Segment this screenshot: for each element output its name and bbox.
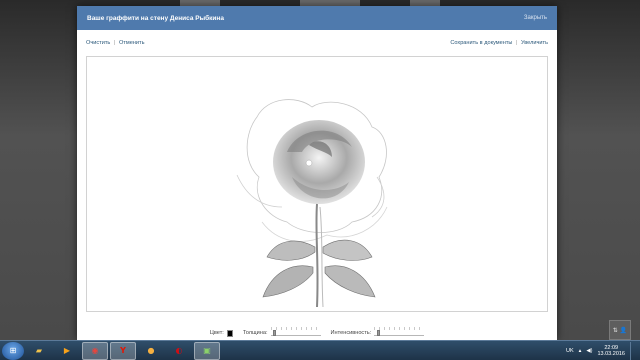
save-to-documents-button[interactable]: Сохранить в документы xyxy=(450,40,512,46)
windows-taskbar: ⊞ ▰ ▶ ◉ Y ● ◐ ▣ UK ▴ ◀) 22:09 13.03.2016 xyxy=(0,340,640,360)
separator: | xyxy=(113,40,116,46)
separator: | xyxy=(516,40,518,46)
date: 13.03.2016 xyxy=(597,350,625,357)
close-button[interactable]: Закрыть xyxy=(524,15,547,21)
color-picker[interactable] xyxy=(226,329,233,337)
toolbar-left: Очистить | Отменить xyxy=(86,40,145,46)
intensity-label: Интенсивность: xyxy=(330,330,372,336)
enlarge-button[interactable]: Увеличить xyxy=(521,40,548,46)
intensity-slider-thumb[interactable] xyxy=(376,330,380,336)
opera-taskbar-icon[interactable]: ◐ xyxy=(166,342,192,360)
rose-drawing xyxy=(236,99,388,308)
folder-icon: ▰ xyxy=(35,346,43,355)
drawing-canvas[interactable] xyxy=(86,56,548,312)
yandex-icon: Y xyxy=(120,346,126,355)
thickness-slider[interactable] xyxy=(270,327,321,336)
thickness-control: Толщина: xyxy=(242,327,321,336)
media-player-taskbar-icon[interactable]: ▶ xyxy=(54,342,80,360)
slider-ticks xyxy=(270,327,321,330)
start-button[interactable]: ⊞ xyxy=(2,341,24,360)
brush-controls: Цвет: Толщина: Интенсивность: xyxy=(77,326,557,340)
picture-icon: ▣ xyxy=(203,346,211,355)
floating-widget[interactable]: ⇅ 👤 xyxy=(609,320,631,340)
windows-logo-icon: ⊞ xyxy=(9,346,17,355)
intensity-control: Интенсивность: xyxy=(330,327,425,336)
clock[interactable]: 22:09 13.03.2016 xyxy=(597,345,625,357)
yandex-taskbar-icon[interactable]: Y xyxy=(110,341,136,360)
modal-title: Ваше граффити на стену Дениса Рыбкина xyxy=(87,14,224,22)
graffiti-taskbar-icon[interactable]: ▣ xyxy=(194,341,220,360)
language-indicator[interactable]: UK xyxy=(566,348,574,354)
show-desktop-button[interactable] xyxy=(630,341,636,360)
intensity-slider[interactable] xyxy=(374,327,425,336)
graffiti-toolbar: Очистить | Отменить Сохранить в документ… xyxy=(77,36,557,50)
chrome-taskbar-icon[interactable]: ◉ xyxy=(82,341,108,360)
user-icon: ⇅ 👤 xyxy=(612,326,628,334)
clear-button[interactable]: Очистить xyxy=(86,40,110,46)
undo-button[interactable]: Отменить xyxy=(119,40,145,46)
system-tray: UK ▴ ◀) 22:09 13.03.2016 xyxy=(566,341,640,360)
color-control: Цвет: xyxy=(209,329,233,337)
explorer-taskbar-icon[interactable]: ▰ xyxy=(26,342,52,360)
thickness-label: Толщина: xyxy=(242,330,268,336)
pidgin-icon: ● xyxy=(147,346,155,355)
graffiti-modal: Ваше граффити на стену Дениса Рыбкина За… xyxy=(77,6,557,340)
signal-icon[interactable]: ▴ xyxy=(579,348,582,354)
toolbar-right: Сохранить в документы | Увеличить xyxy=(450,40,548,46)
color-label: Цвет: xyxy=(209,330,224,336)
opera-icon: ◐ xyxy=(175,346,183,355)
modal-header: Ваше граффити на стену Дениса Рыбкина За… xyxy=(77,6,557,30)
play-icon: ▶ xyxy=(63,346,71,355)
pidgin-taskbar-icon[interactable]: ● xyxy=(138,342,164,360)
volume-icon[interactable]: ◀) xyxy=(586,348,592,354)
thickness-slider-thumb[interactable] xyxy=(272,330,276,336)
chrome-icon: ◉ xyxy=(91,346,99,355)
slider-ticks xyxy=(374,327,425,330)
